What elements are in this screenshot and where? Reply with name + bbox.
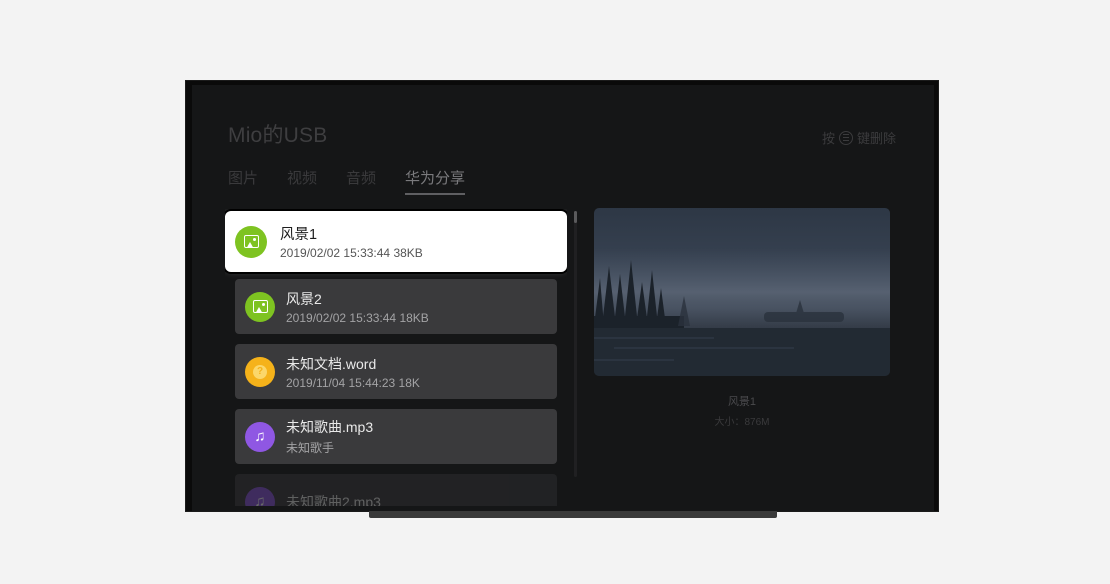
music-icon: ♫ <box>245 486 275 506</box>
tab-audio[interactable]: 音频 <box>346 167 376 195</box>
menu-icon <box>838 130 853 145</box>
image-icon <box>245 291 275 322</box>
tv-screen: Mio的USB 按 键删除 图片 视频 音频 华为分享 风景1 2019/02/… <box>192 85 934 511</box>
tab-videos[interactable]: 视频 <box>287 167 317 195</box>
file-info: 未知歌手 <box>286 441 335 455</box>
unknown-file-icon: ? <box>245 356 275 387</box>
music-icon: ♫ <box>245 421 275 452</box>
category-tabs: 图片 视频 音频 华为分享 <box>228 167 466 195</box>
preview-size: 大小：876M <box>714 417 770 428</box>
tab-huawei-share[interactable]: 华为分享 <box>405 167 466 195</box>
preview-image <box>594 208 890 376</box>
list-item[interactable]: ? 未知文档.word 2019/11/04 15:44:23 18K <box>235 344 557 399</box>
file-name: 风景1 <box>280 227 318 243</box>
image-icon <box>235 225 267 258</box>
hint-suffix: 键删除 <box>856 131 896 146</box>
tab-pictures[interactable]: 图片 <box>228 167 258 195</box>
file-name: 风景2 <box>286 290 322 307</box>
file-info: 2019/02/02 15:33:44 18KB <box>286 310 429 325</box>
preview-name: 风景1 <box>727 396 757 408</box>
file-list: 风景1 2019/02/02 15:33:44 38KB 风景2 2019/02… <box>225 209 567 506</box>
file-name: 未知文档.word <box>286 355 377 372</box>
file-name: 未知歌曲2.mp3 <box>286 493 381 507</box>
list-item[interactable]: 风景1 2019/02/02 15:33:44 38KB <box>225 211 567 272</box>
tv-frame: Mio的USB 按 键删除 图片 视频 音频 华为分享 风景1 2019/02/… <box>186 81 938 511</box>
scrollbar[interactable] <box>574 211 577 477</box>
list-item[interactable]: ♫ 未知歌曲.mp3 未知歌手 <box>235 409 557 464</box>
hint-prefix: 按 <box>821 131 835 146</box>
list-item[interactable]: 风景2 2019/02/02 15:33:44 18KB <box>235 279 557 334</box>
file-info: 2019/11/04 15:44:23 18K <box>286 375 420 390</box>
list-item[interactable]: ♫ 未知歌曲2.mp3 <box>235 474 557 506</box>
delete-hint: 按 键删除 <box>822 128 896 147</box>
page-title: Mio的USB <box>228 124 328 147</box>
file-name: 未知歌曲.mp3 <box>286 419 374 435</box>
scroll-thumb[interactable] <box>574 211 577 223</box>
file-info: 2019/02/02 15:33:44 38KB <box>280 246 423 260</box>
tv-stand <box>369 511 777 518</box>
